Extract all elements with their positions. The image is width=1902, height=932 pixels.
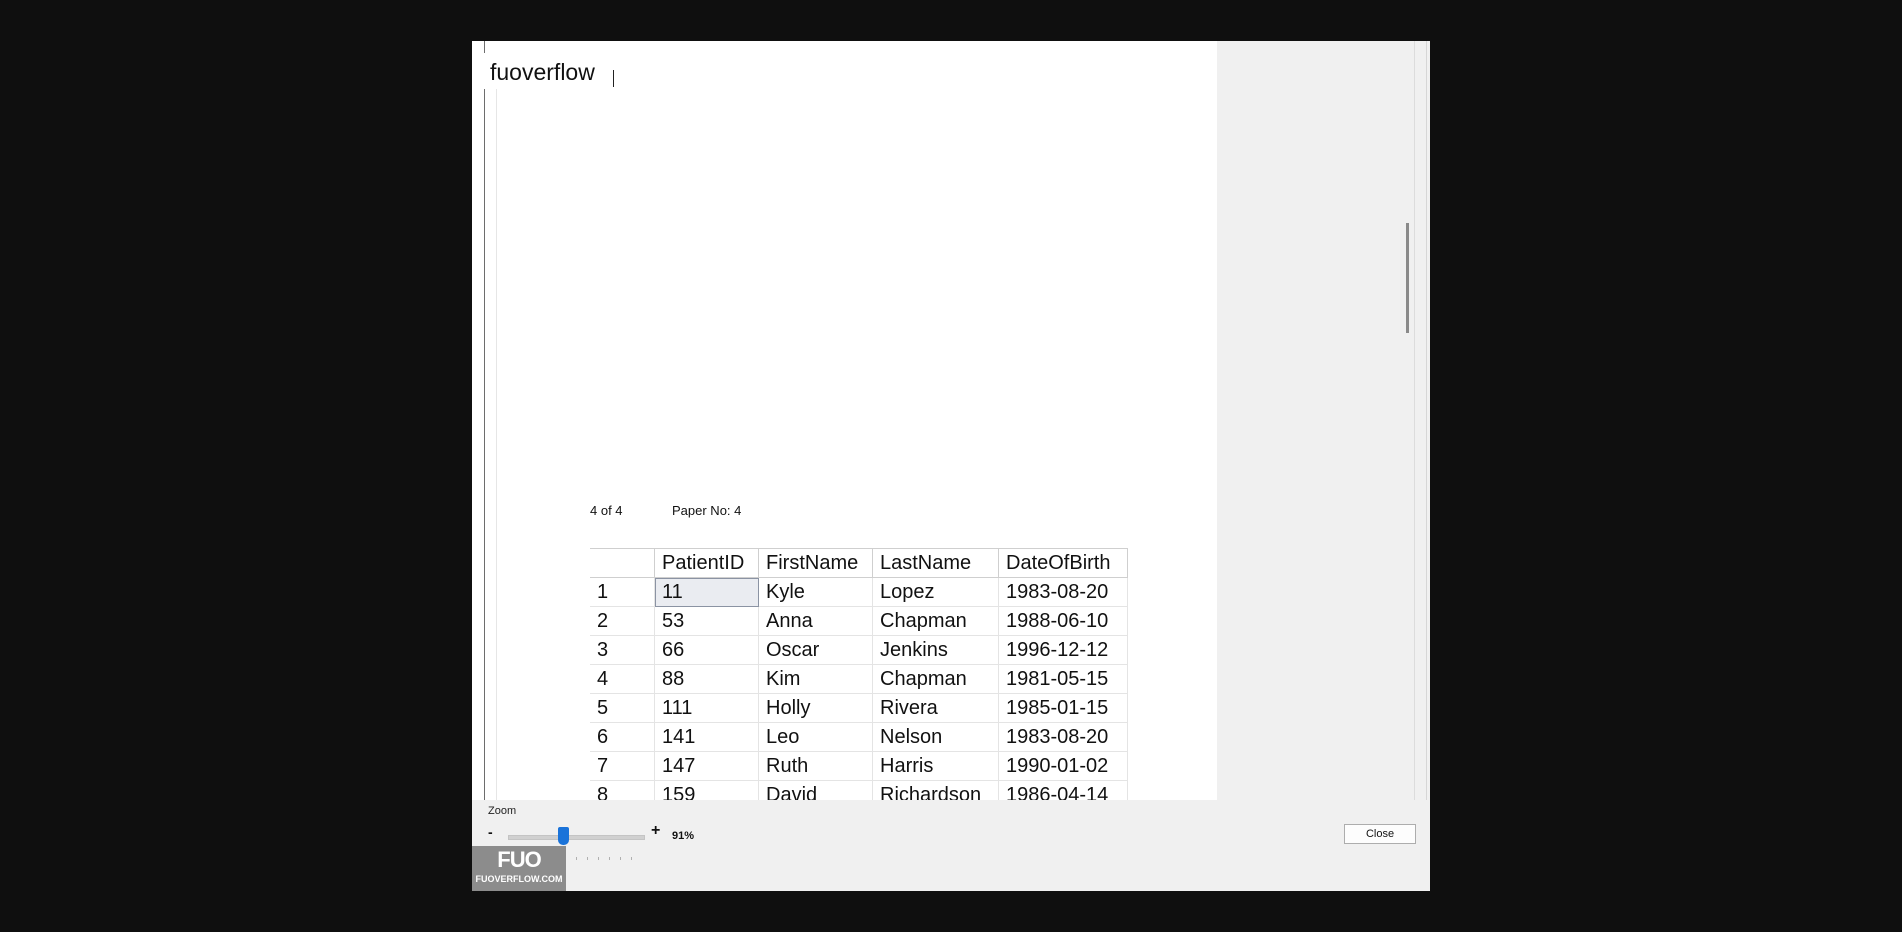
- zoom-value: 91%: [672, 830, 695, 842]
- column-header-patientid: PatientID: [654, 548, 759, 578]
- table-cell[interactable]: 1990-01-02: [998, 751, 1128, 781]
- zoom-out-button[interactable]: -: [488, 824, 493, 840]
- table-row[interactable]: 1 11 Kyle Lopez 1983-08-20: [590, 577, 1128, 607]
- close-button[interactable]: Close: [1344, 824, 1416, 844]
- row-number-cell[interactable]: 7: [590, 751, 655, 781]
- table-cell[interactable]: 141: [654, 722, 759, 752]
- zoom-slider-ticks: [576, 847, 656, 860]
- column-header-rownum: [590, 548, 655, 578]
- table-cell[interactable]: 1986-04-14: [998, 780, 1128, 800]
- table-cell[interactable]: Kim: [758, 664, 873, 694]
- column-header-lastname: LastName: [872, 548, 999, 578]
- page-border: [484, 41, 485, 800]
- zoom-slider-track[interactable]: [508, 835, 645, 840]
- table-cell[interactable]: 11: [654, 577, 759, 607]
- table-cell[interactable]: 111: [654, 693, 759, 723]
- table-cell[interactable]: Lopez: [872, 577, 999, 607]
- table-cell[interactable]: Nelson: [872, 722, 999, 752]
- page-counter: 4 of 4: [590, 503, 623, 518]
- table-cell[interactable]: 66: [654, 635, 759, 665]
- results-table: PatientID FirstName LastName DateOfBirth…: [590, 548, 1128, 800]
- row-number-cell[interactable]: 5: [590, 693, 655, 723]
- page-margin-line: [496, 89, 497, 800]
- table-cell[interactable]: 1983-08-20: [998, 577, 1128, 607]
- row-number-cell[interactable]: 8: [590, 780, 655, 800]
- table-cell[interactable]: Rivera: [872, 693, 999, 723]
- table-cell[interactable]: 147: [654, 751, 759, 781]
- table-row[interactable]: 8 159 David Richardson 1986-04-14: [590, 780, 1128, 800]
- table-cell[interactable]: 88: [654, 664, 759, 694]
- table-cell[interactable]: Richardson: [872, 780, 999, 800]
- table-row[interactable]: 2 53 Anna Chapman 1988-06-10: [590, 606, 1128, 636]
- results-grid: PatientID FirstName LastName DateOfBirth…: [590, 548, 1130, 800]
- column-header-dateofbirth: DateOfBirth: [998, 548, 1128, 578]
- preview-area: fuoverflow 4 of 4 Paper No: 4 PatientID …: [472, 41, 1427, 800]
- table-row[interactable]: 5 111 Holly Rivera 1985-01-15: [590, 693, 1128, 723]
- row-number-cell[interactable]: 1: [590, 577, 655, 607]
- table-cell[interactable]: Leo: [758, 722, 873, 752]
- table-cell[interactable]: Oscar: [758, 635, 873, 665]
- scrollbar-thumb[interactable]: [1406, 223, 1409, 333]
- table-row[interactable]: 6 141 Leo Nelson 1983-08-20: [590, 722, 1128, 752]
- scrollbar-track: [1414, 41, 1415, 800]
- table-cell[interactable]: 1983-08-20: [998, 722, 1128, 752]
- zoom-in-button[interactable]: +: [651, 822, 660, 840]
- page-title: fuoverflow: [490, 59, 595, 85]
- table-row[interactable]: 7 147 Ruth Harris 1990-01-02: [590, 751, 1128, 781]
- table-cell[interactable]: Anna: [758, 606, 873, 636]
- table-cell[interactable]: Jenkins: [872, 635, 999, 665]
- logo-text: FUOVERFLOW.COM: [475, 874, 563, 884]
- table-body: 1 11 Kyle Lopez 1983-08-20 2 53 Anna Chapman 1988…: [590, 577, 1128, 800]
- text-caret: [613, 70, 614, 87]
- table-cell[interactable]: 1988-06-10: [998, 606, 1128, 636]
- table-cell[interactable]: Kyle: [758, 577, 873, 607]
- table-cell[interactable]: 1996-12-12: [998, 635, 1128, 665]
- fuoverflow-logo: FUO FUOVERFLOW.COM: [472, 846, 566, 891]
- print-preview-window: fuoverflow 4 of 4 Paper No: 4 PatientID …: [472, 41, 1430, 891]
- table-cell[interactable]: Chapman: [872, 664, 999, 694]
- row-number-cell[interactable]: 6: [590, 722, 655, 752]
- row-number-cell[interactable]: 3: [590, 635, 655, 665]
- table-cell[interactable]: 159: [654, 780, 759, 800]
- row-number-cell[interactable]: 4: [590, 664, 655, 694]
- logo-mark: FUO: [497, 847, 541, 872]
- zoom-slider-thumb[interactable]: [557, 827, 569, 845]
- zoom-label: Zoom: [488, 805, 517, 817]
- table-header-row: PatientID FirstName LastName DateOfBirth: [590, 548, 1128, 578]
- paper-number: Paper No: 4: [672, 503, 742, 518]
- column-header-firstname: FirstName: [758, 548, 873, 578]
- preview-page: fuoverflow 4 of 4 Paper No: 4 PatientID …: [472, 41, 1217, 800]
- table-cell[interactable]: David: [758, 780, 873, 800]
- vertical-scrollbar[interactable]: [1406, 41, 1423, 800]
- table-cell[interactable]: 1985-01-15: [998, 693, 1128, 723]
- table-cell[interactable]: 53: [654, 606, 759, 636]
- table-cell[interactable]: Holly: [758, 693, 873, 723]
- table-row[interactable]: 3 66 Oscar Jenkins 1996-12-12: [590, 635, 1128, 665]
- table-cell[interactable]: Chapman: [872, 606, 999, 636]
- table-cell[interactable]: 1981-05-15: [998, 664, 1128, 694]
- row-number-cell[interactable]: 2: [590, 606, 655, 636]
- table-cell[interactable]: Harris: [872, 751, 999, 781]
- table-cell[interactable]: Ruth: [758, 751, 873, 781]
- table-row[interactable]: 4 88 Kim Chapman 1981-05-15: [590, 664, 1128, 694]
